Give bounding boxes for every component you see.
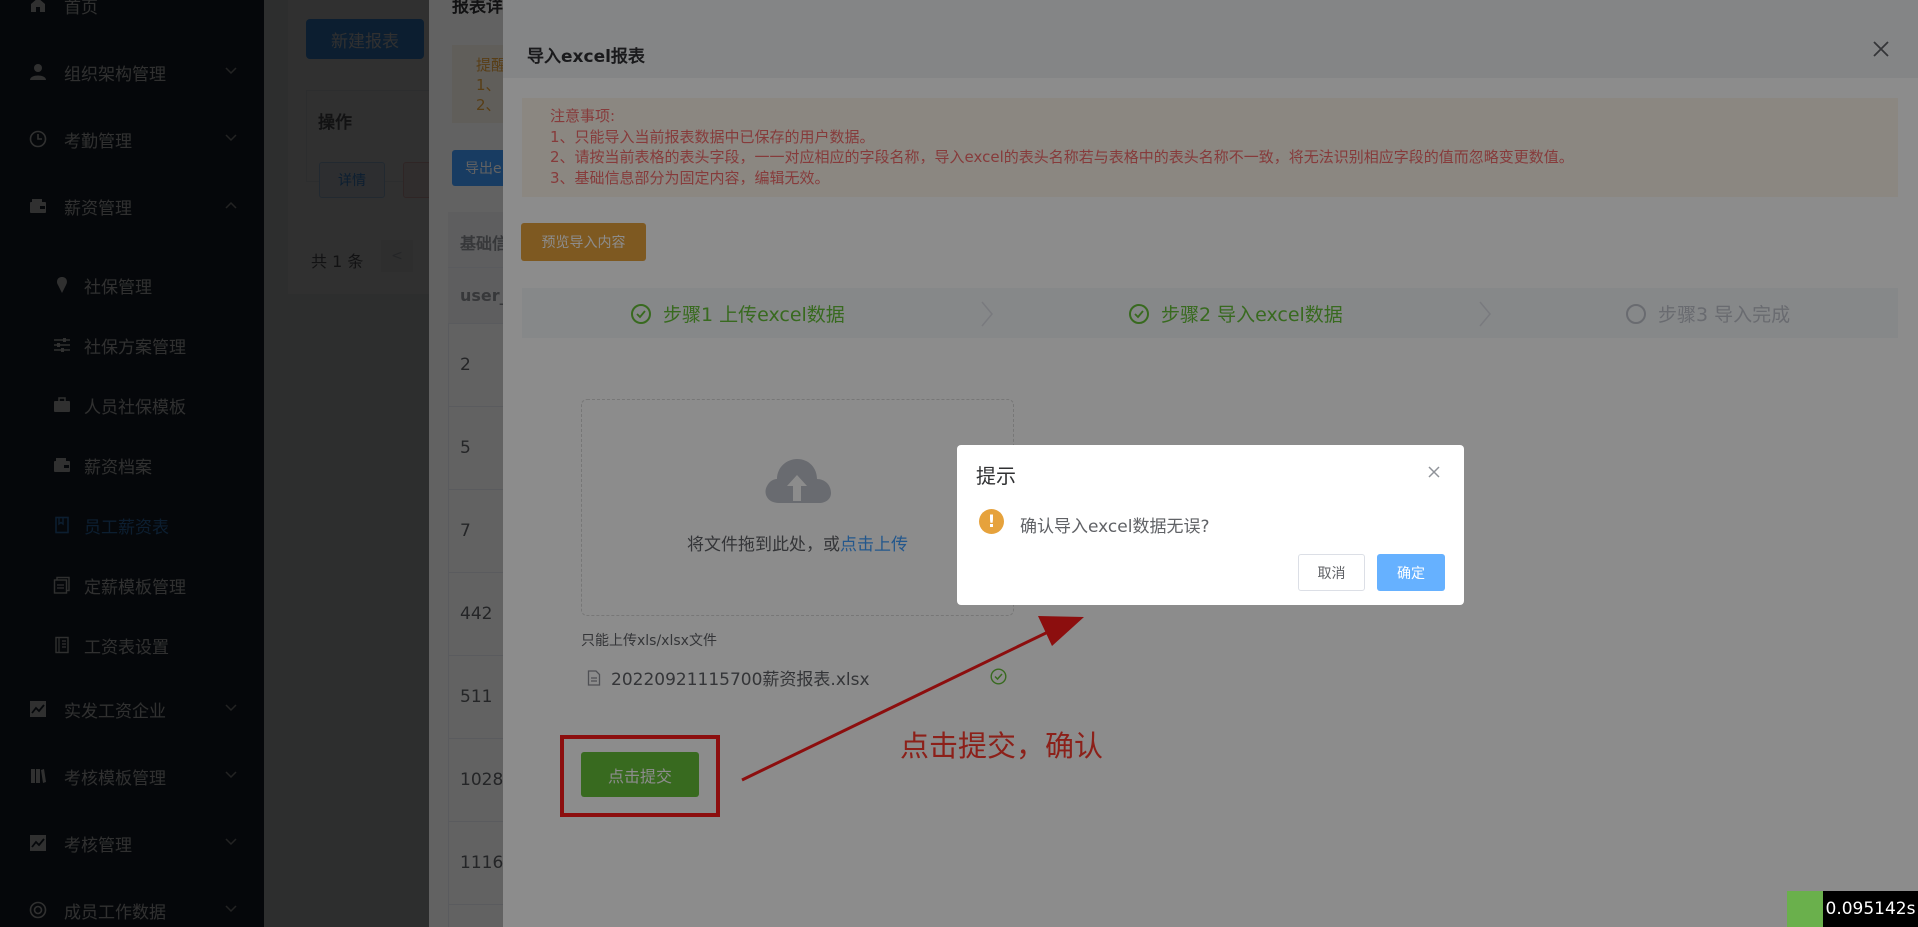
cancel-button[interactable]: 取消	[1298, 554, 1365, 591]
message-box-text: 确认导入excel数据无误?	[1020, 517, 1210, 537]
timer-readout: 0.095142s	[1823, 891, 1918, 927]
message-box-title: 提示	[976, 464, 1016, 488]
recorder-logo-icon	[1787, 891, 1823, 927]
close-icon[interactable]	[1427, 465, 1441, 479]
warning-icon: !	[979, 509, 1004, 534]
confirm-button[interactable]: 确定	[1377, 554, 1445, 591]
